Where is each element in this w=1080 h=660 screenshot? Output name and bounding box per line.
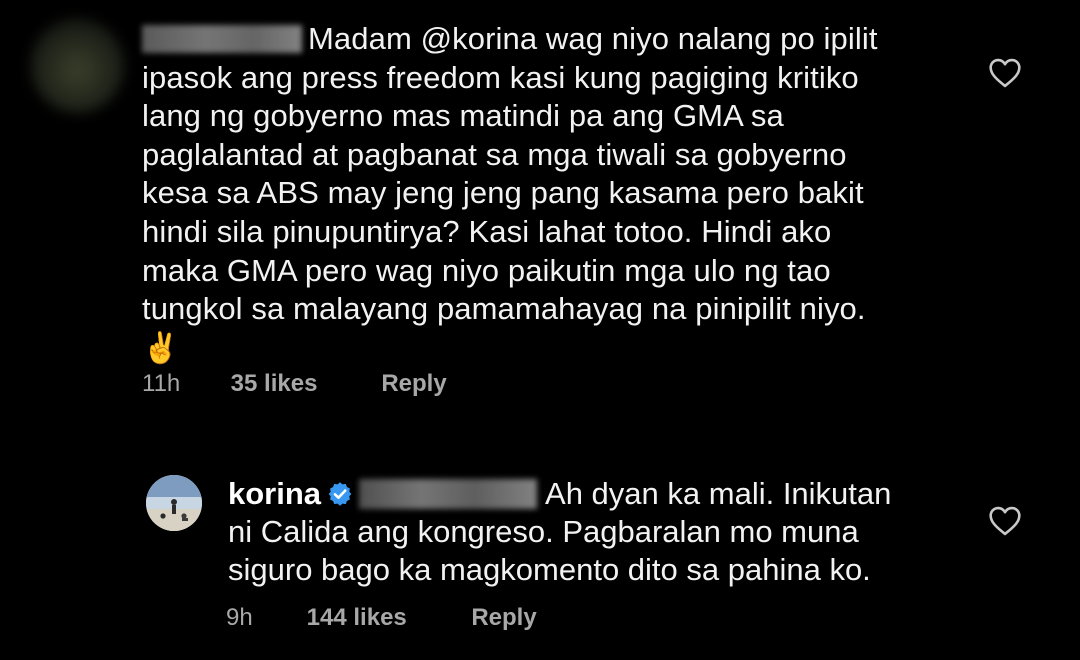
comments-screen: Madam @korina wag niyo nalang po ipilit …: [0, 0, 1080, 660]
comment-1-body: Madam @korina wag niyo nalang po ipilit …: [142, 20, 942, 369]
commenter-avatar[interactable]: [30, 18, 125, 113]
comment-1-line-6: hindi sila pinupuntirya? Kasi lahat toto…: [142, 213, 832, 249]
comment-2-meta: 9h 144 likes Reply: [226, 604, 537, 632]
comment-2-timestamp: 9h: [226, 604, 253, 631]
comment-2-line-3: siguro bago ka magkomento dito sa pahina…: [228, 552, 871, 587]
verified-badge-icon: [328, 482, 352, 506]
comment-1-line-1: Madam @korina wag niyo nalang po ipilit: [142, 20, 942, 59]
comment-1-likes-count[interactable]: 35 likes: [231, 370, 375, 398]
comment-1-line-2: ipasok ang press freedom kasi kung pagig…: [142, 59, 859, 95]
heart-outline-icon[interactable]: [988, 506, 1022, 536]
commenter-username-blurred[interactable]: [142, 25, 302, 53]
comment-1-meta: 11h 35 likes Reply: [142, 370, 447, 398]
comment-1-line-3: lang ng gobyerno mas matindi pa ang GMA …: [142, 98, 784, 134]
comment-2-body: korina Ah dyan ka mali. Inikutan ni Cali…: [228, 475, 948, 589]
comment-1-line-8: tungkol sa malayang pamamahayag na pinip…: [142, 291, 866, 327]
comment-2-line-2: ni Calida ang kongreso. Pagbaralan mo mu…: [228, 514, 859, 549]
comment-1-reply-button[interactable]: Reply: [381, 370, 446, 397]
comment-1-line-5: kesa sa ABS may jeng jeng pang kasama pe…: [142, 175, 864, 211]
comment-2-reply-button[interactable]: Reply: [471, 604, 536, 631]
korina-avatar[interactable]: [146, 475, 202, 531]
comment-1-line-4: paglalantad at pagbanat sa mga tiwali sa…: [142, 136, 847, 172]
comment-1-timestamp: 11h: [142, 370, 181, 397]
mentioned-username-blurred[interactable]: [359, 479, 538, 509]
comment-1-line-7: maka GMA pero wag niyo paikutin mga ulo …: [142, 252, 831, 288]
victory-hand-emoji: ✌️: [142, 331, 180, 365]
heart-outline-icon[interactable]: [988, 58, 1022, 88]
korina-username[interactable]: korina: [228, 476, 321, 511]
comment-2-line-1: korina Ah dyan ka mali. Inikutan: [228, 476, 892, 511]
comment-2-likes-count[interactable]: 144 likes: [307, 604, 465, 632]
avatar-photo: [146, 475, 202, 531]
